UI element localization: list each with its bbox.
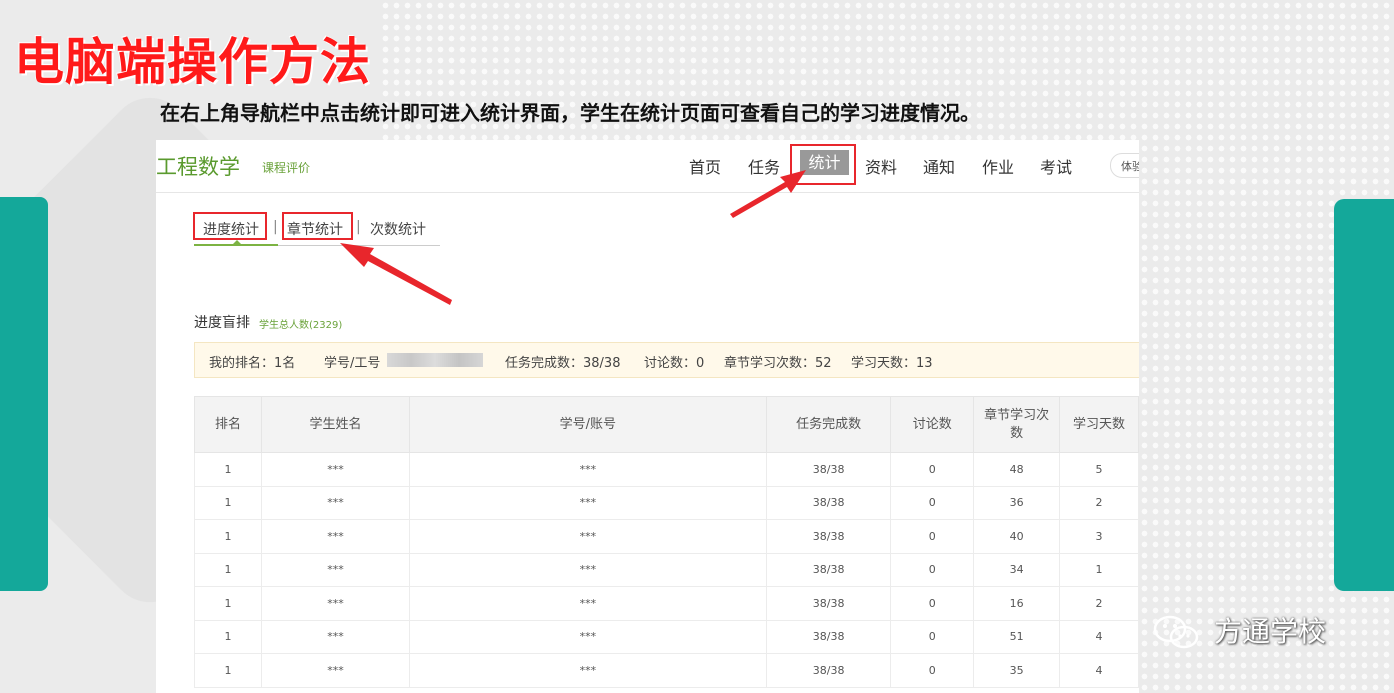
table-cell: 0 <box>890 519 975 554</box>
table-cell: 0 <box>890 586 975 621</box>
table-cell: 0 <box>890 619 975 654</box>
nav-item-notices[interactable]: 通知 <box>923 154 955 178</box>
table-cell: *** <box>408 619 767 654</box>
column-header: 章节学习次数 <box>973 396 1061 453</box>
table-cell: 4 <box>1059 653 1139 688</box>
table-cell: *** <box>261 485 410 520</box>
table-cell: 1 <box>193 653 263 688</box>
table-cell: 38/38 <box>765 552 892 587</box>
nav-item-tasks[interactable]: 任务 <box>748 154 780 178</box>
slide-title: 电脑端操作方法 <box>14 33 371 91</box>
student-id-blurred <box>387 353 483 367</box>
course-title[interactable]: 工程数学 <box>156 151 240 181</box>
tab-separator: | <box>356 219 361 235</box>
column-header: 任务完成数 <box>765 396 892 453</box>
table-cell: *** <box>261 452 410 487</box>
column-header: 学生姓名 <box>261 396 410 453</box>
table-cell: 38/38 <box>765 485 892 520</box>
table-row: 1 *** *** 38/38 0 40 3 <box>193 519 1139 554</box>
table-cell: 1 <box>193 519 263 554</box>
table-row: 1 *** *** 38/38 0 48 5 <box>193 452 1139 487</box>
course-eval-link[interactable]: 课程评价 <box>262 159 310 176</box>
chapter-tab-highlight-box <box>282 212 353 240</box>
table-cell: 3 <box>1059 519 1139 554</box>
table-cell: 1 <box>1059 552 1139 587</box>
table-cell: 1 <box>193 485 263 520</box>
table-cell: *** <box>261 619 410 654</box>
table-cell: 1 <box>193 586 263 621</box>
nav-item-exams[interactable]: 考试 <box>1040 154 1072 178</box>
discussion-count: 讨论数：0 <box>644 356 705 371</box>
table-cell: *** <box>408 586 767 621</box>
progress-tab-highlight-box <box>193 212 267 240</box>
nav-item-home[interactable]: 首页 <box>689 154 721 178</box>
tab-count-stats[interactable]: 次数统计 <box>370 219 426 239</box>
total-students-label: 学生总人数(2329) <box>259 320 343 331</box>
table-cell: *** <box>408 653 767 688</box>
table-cell: 16 <box>973 586 1061 621</box>
watermark-text: 方通学校 <box>1214 615 1327 648</box>
table-cell: *** <box>408 552 767 587</box>
table-cell: 38/38 <box>765 653 892 688</box>
table-cell: 38/38 <box>765 519 892 554</box>
my-ranking-bar: 我的排名：1名 学号/工号 任务完成数：38/38 讨论数：0 章节学习次数：5… <box>194 342 1139 378</box>
nav-item-resources[interactable]: 资料 <box>865 154 897 178</box>
table-cell: 36 <box>973 485 1061 520</box>
table-cell: 34 <box>973 552 1061 587</box>
table-cell: 48 <box>973 452 1061 487</box>
table-cell: 0 <box>890 485 975 520</box>
table-cell: *** <box>261 653 410 688</box>
table-cell: 2 <box>1059 586 1139 621</box>
nav-item-homework[interactable]: 作业 <box>982 154 1014 178</box>
table-cell: 35 <box>973 653 1061 688</box>
slide-instruction: 在右上角导航栏中点击统计即可进入统计界面，学生在统计页面可查看自己的学习进度情况… <box>160 101 980 125</box>
table-cell: 1 <box>193 619 263 654</box>
table-cell: *** <box>408 452 767 487</box>
wechat-icon <box>1153 615 1199 649</box>
tasks-done: 任务完成数：38/38 <box>505 356 621 371</box>
table-cell: 0 <box>890 552 975 587</box>
table-cell: 5 <box>1059 452 1139 487</box>
table-cell: 38/38 <box>765 619 892 654</box>
table-cell: 2 <box>1059 485 1139 520</box>
ranking-heading: 进度盲排 <box>194 315 250 331</box>
table-cell: 0 <box>890 653 975 688</box>
my-rank: 我的排名：1名 <box>209 356 296 371</box>
table-row: 1 *** *** 38/38 0 36 2 <box>193 485 1139 520</box>
ranking-table: 排名 学生姓名 学号/账号 任务完成数 讨论数 章节学习次数 学习天数 1 ***… <box>193 396 1139 688</box>
table-cell: 0 <box>890 452 975 487</box>
right-accent-bar <box>1334 199 1394 591</box>
table-cell: 1 <box>193 552 263 587</box>
column-header: 排名 <box>193 396 263 453</box>
subtab-caret-icon <box>232 240 242 245</box>
column-header: 讨论数 <box>890 396 975 453</box>
table-header-row: 排名 学生姓名 学号/账号 任务完成数 讨论数 章节学习次数 学习天数 <box>193 396 1139 453</box>
screenshot-panel: 工程数学 课程评价 首页 任务 资料 通知 作业 考试 统计 体验 进度统计 |… <box>156 140 1139 693</box>
table-row: 1 *** *** 38/38 0 51 4 <box>193 619 1139 654</box>
table-cell: 4 <box>1059 619 1139 654</box>
left-accent-bar <box>0 197 48 591</box>
table-cell: 51 <box>973 619 1061 654</box>
table-cell: *** <box>261 552 410 587</box>
chapter-visits: 章节学习次数：52 <box>724 356 832 371</box>
table-cell: 38/38 <box>765 452 892 487</box>
student-id-label: 学号/工号 <box>324 356 381 371</box>
column-header: 学号/账号 <box>408 396 767 453</box>
column-header: 学习天数 <box>1059 396 1139 453</box>
experience-button[interactable]: 体验 <box>1110 153 1139 178</box>
study-days: 学习天数：13 <box>851 356 933 371</box>
table-row: 1 *** *** 38/38 0 16 2 <box>193 586 1139 621</box>
tab-separator: | <box>273 219 278 235</box>
statistics-highlight-box <box>790 144 856 185</box>
table-cell: *** <box>408 485 767 520</box>
header-divider <box>156 192 1139 193</box>
table-row: 1 *** *** 38/38 0 35 4 <box>193 653 1139 688</box>
table-cell: 40 <box>973 519 1061 554</box>
table-cell: 1 <box>193 452 263 487</box>
table-cell: 38/38 <box>765 586 892 621</box>
table-cell: *** <box>261 519 410 554</box>
table-row: 1 *** *** 38/38 0 34 1 <box>193 552 1139 587</box>
table-cell: *** <box>408 519 767 554</box>
table-cell: *** <box>261 586 410 621</box>
